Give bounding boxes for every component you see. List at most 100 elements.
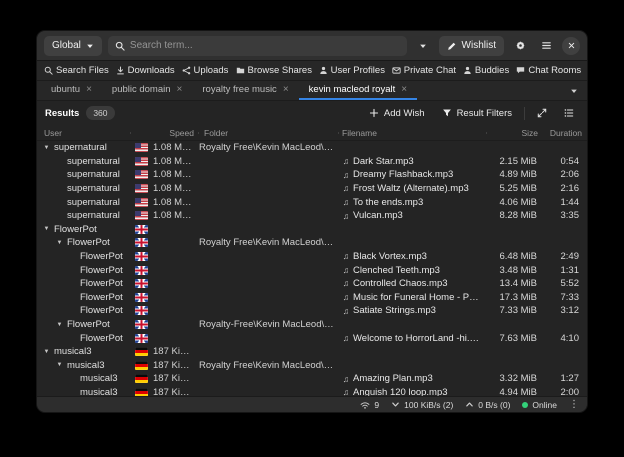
result-row[interactable]: ▼musical3187 KiB/s: [37, 345, 587, 359]
expander-icon[interactable]: ▼: [55, 240, 64, 246]
flag-gb-icon: [135, 320, 148, 329]
add-wish-button[interactable]: Add Wish: [364, 106, 430, 121]
column-header-filename[interactable]: Filename: [339, 128, 487, 138]
result-row[interactable]: FlowerPot♫Black Vortex.mp36.48 MiB2:49: [37, 250, 587, 264]
result-row[interactable]: supernatural1.08 MiB/s♫To the ends.mp34.…: [37, 195, 587, 209]
speed-cell: 1.08 MiB/s: [153, 156, 199, 167]
preferences-button[interactable]: [510, 36, 530, 56]
result-row[interactable]: supernatural1.08 MiB/s♫Dark Star.mp32.15…: [37, 155, 587, 169]
mail-icon: [392, 66, 401, 75]
size-cell: 4.06 MiB: [487, 197, 543, 208]
grouping-mode-button[interactable]: [532, 103, 552, 123]
folder-cell: Royalty Free\Kevin MacLeod\iTunes: [199, 142, 339, 153]
result-row[interactable]: FlowerPot♫Clenched Teeth.mp33.48 MiB1:31: [37, 263, 587, 277]
result-row[interactable]: FlowerPot♫Welcome to HorrorLand -hi.mp37…: [37, 331, 587, 345]
tab-search-files[interactable]: Search Files: [40, 61, 112, 80]
search-tab-ubuntu[interactable]: ubuntu×: [41, 81, 102, 100]
tab-downloads[interactable]: Downloads: [112, 61, 178, 80]
expander-icon[interactable]: ▼: [55, 322, 64, 328]
column-header-size[interactable]: Size: [487, 128, 543, 138]
user-cell: supernatural: [37, 156, 131, 167]
music-note-icon: ♫: [339, 279, 353, 288]
search-tab-label: royalty free music: [202, 84, 276, 95]
tab-uploads[interactable]: Uploads: [178, 61, 232, 80]
column-header-duration[interactable]: Duration: [543, 128, 587, 138]
chevron-down-icon: [419, 42, 427, 50]
user-cell: FlowerPot: [37, 278, 131, 289]
tab-buddies[interactable]: Buddies: [459, 61, 513, 80]
user-cell: supernatural: [37, 169, 131, 180]
result-row[interactable]: FlowerPot♫Controlled Chaos.mp313.4 MiB5:…: [37, 277, 587, 291]
search-tab-label: public domain: [112, 84, 171, 95]
result-filters-button[interactable]: Result Filters: [437, 106, 517, 121]
statusbar-menu-button[interactable]: ⋮: [569, 400, 579, 410]
view-list-button[interactable]: [559, 103, 579, 123]
music-note-icon: ♫: [339, 307, 353, 316]
search-mode-dropdown-button[interactable]: [413, 36, 433, 56]
flag-gb-icon: [135, 293, 148, 302]
filename-cell: Vulcan.mp3: [353, 210, 487, 221]
result-row[interactable]: supernatural1.08 MiB/s♫Vulcan.mp38.28 Mi…: [37, 209, 587, 223]
tab-close-icon[interactable]: ×: [177, 85, 183, 95]
result-row[interactable]: supernatural1.08 MiB/s♫Dreamy Flashback.…: [37, 168, 587, 182]
tab-private-chat[interactable]: Private Chat: [388, 61, 459, 80]
user-cell: FlowerPot: [37, 333, 131, 344]
main-menu-button[interactable]: [536, 36, 556, 56]
duration-cell: 1:31: [543, 265, 587, 276]
tab-close-icon[interactable]: ×: [86, 85, 92, 95]
result-row[interactable]: ▼supernatural1.08 MiB/sRoyalty Free\Kevi…: [37, 141, 587, 155]
duration-cell: 0:54: [543, 156, 587, 167]
search-tab-public-domain[interactable]: public domain ×: [102, 81, 192, 100]
music-note-icon: ♫: [339, 293, 353, 302]
result-row[interactable]: FlowerPot♫Satiate Strings.mp37.33 MiB3:1…: [37, 304, 587, 318]
download-rate-status[interactable]: 100 KiB/s (2): [391, 400, 453, 410]
tab-overflow-button[interactable]: [561, 81, 587, 100]
speed-cell: 187 KiB/s: [153, 373, 199, 384]
connection-status[interactable]: Online: [522, 400, 557, 410]
upload-rate-status[interactable]: 0 B/s (0): [465, 400, 510, 410]
column-header-folder[interactable]: Folder: [199, 128, 339, 138]
chevron-down-icon: [86, 42, 94, 50]
connections-status[interactable]: 9: [360, 400, 379, 410]
result-row[interactable]: ▼musical3187 KiB/sRoyalty Free\Kevin Mac…: [37, 359, 587, 373]
duration-cell: 2:06: [543, 169, 587, 180]
filename-cell: Amazing Plan.mp3: [353, 373, 487, 384]
username: supernatural: [67, 183, 120, 194]
username: supernatural: [54, 142, 107, 153]
user-cell: FlowerPot: [37, 292, 131, 303]
username: FlowerPot: [80, 265, 123, 276]
size-cell: 2.15 MiB: [487, 156, 543, 167]
column-header-user[interactable]: User: [37, 128, 131, 138]
music-note-icon: ♫: [339, 198, 353, 207]
result-row[interactable]: ▼FlowerPot: [37, 223, 587, 237]
result-row[interactable]: supernatural1.08 MiB/s♫Frost Waltz (Alte…: [37, 182, 587, 196]
search-tab-kevin-macleod-royalt[interactable]: kevin macleod royalt×: [299, 81, 417, 100]
window-close-button[interactable]: [562, 37, 580, 55]
expander-icon[interactable]: ▼: [55, 362, 64, 368]
user-cell: ▼FlowerPot: [37, 224, 131, 235]
result-row[interactable]: musical3187 KiB/s♫Anguish 120 loop.mp34.…: [37, 386, 587, 396]
search-scope-button[interactable]: Global: [44, 36, 102, 56]
expander-icon[interactable]: ▼: [42, 226, 51, 232]
tab-user-profiles[interactable]: User Profiles: [315, 61, 388, 80]
music-note-icon: ♫: [339, 171, 353, 180]
speed-cell: 187 KiB/s: [153, 360, 199, 371]
result-row[interactable]: ▼FlowerPotRoyalty-Free\Kevin MacLeod\Mus…: [37, 318, 587, 332]
username: supernatural: [67, 197, 120, 208]
result-row[interactable]: ▼FlowerPotRoyalty Free\Kevin MacLeod\Mus…: [37, 236, 587, 250]
tab-chat-rooms[interactable]: Chat Rooms: [512, 61, 584, 80]
tab-close-icon[interactable]: ×: [401, 85, 407, 95]
results-table-body: ▼supernatural1.08 MiB/sRoyalty Free\Kevi…: [37, 141, 587, 396]
search-tab-royalty-free-music[interactable]: royalty free music ×: [192, 81, 298, 100]
music-note-icon: ♫: [339, 157, 353, 166]
column-header-speed[interactable]: Speed: [153, 128, 199, 138]
expander-icon[interactable]: ▼: [42, 145, 51, 151]
result-row[interactable]: musical3187 KiB/s♫Amazing Plan.mp33.32 M…: [37, 372, 587, 386]
tab-close-icon[interactable]: ×: [283, 85, 289, 95]
expander-icon[interactable]: ▼: [42, 349, 51, 355]
tab-browse-shares[interactable]: Browse Shares: [232, 61, 315, 80]
result-row[interactable]: FlowerPot♫Music for Funeral Home - Part …: [37, 291, 587, 305]
wishlist-button[interactable]: Wishlist: [439, 36, 504, 56]
user-cell: ▼FlowerPot: [37, 319, 131, 330]
search-input[interactable]: [130, 40, 400, 51]
